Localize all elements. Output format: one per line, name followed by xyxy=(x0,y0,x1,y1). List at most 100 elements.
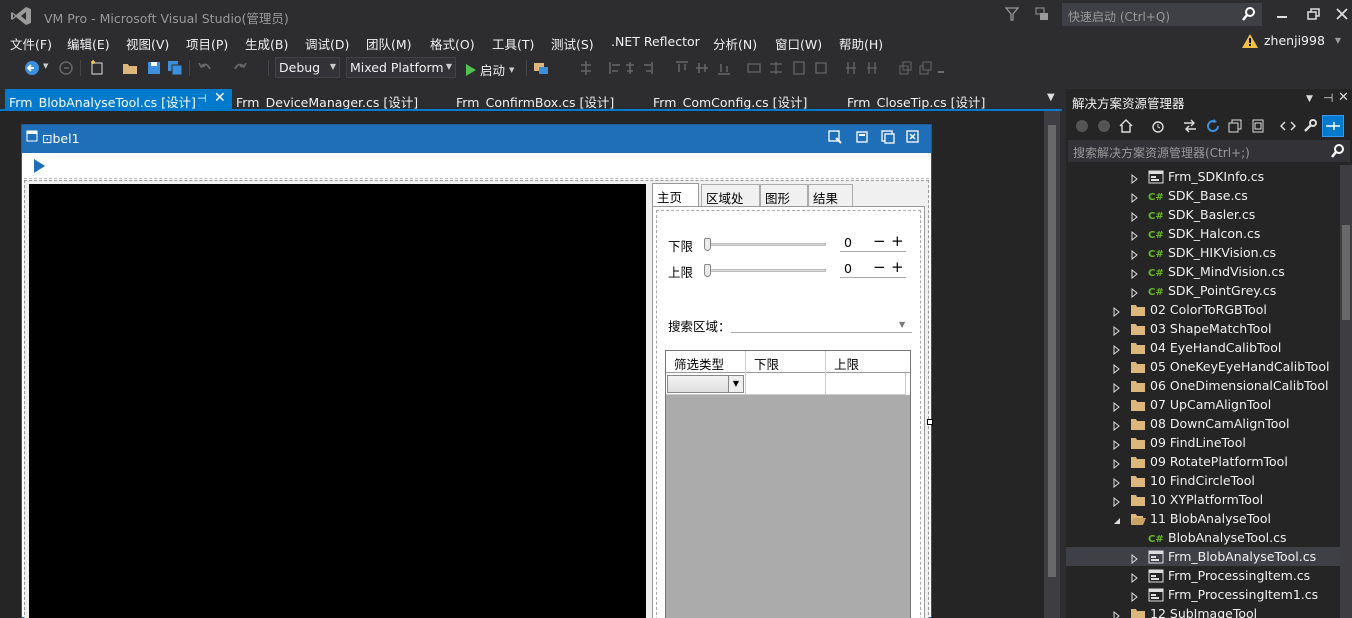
filter-grid[interactable]: 筛选类型 下限 上限 ▼ xyxy=(665,350,911,618)
tree-item[interactable]: 07 UpCamAlignTool xyxy=(1066,395,1340,414)
grid-header-lower[interactable]: 下限 xyxy=(746,351,826,373)
collapsed-arrow-icon[interactable] xyxy=(1130,210,1140,222)
designer-vertical-scrollbar[interactable] xyxy=(1044,111,1060,618)
refresh-icon[interactable] xyxy=(1205,118,1221,134)
size-group-icon[interactable] xyxy=(746,60,830,76)
collapsed-arrow-icon[interactable] xyxy=(1130,286,1140,298)
tree-item[interactable]: Frm_ProcessingItem1.cs xyxy=(1066,585,1340,604)
show-all-files-icon[interactable] xyxy=(1250,118,1266,134)
window-position-dropdown-icon[interactable]: ▼ xyxy=(1306,94,1313,104)
close-tab-icon[interactable]: ✕ xyxy=(214,90,226,106)
tree-item[interactable]: 12 SubImageTool xyxy=(1066,604,1340,618)
menu-view[interactable]: 视图(V) xyxy=(126,34,169,53)
restore-icon[interactable] xyxy=(1305,6,1323,22)
home-icon[interactable] xyxy=(1118,118,1134,134)
grid-header-filter-type[interactable]: 筛选类型 xyxy=(666,351,746,373)
solution-explorer-search[interactable]: 搜索解决方案资源管理器(Ctrl+;) xyxy=(1068,140,1350,162)
menu-window[interactable]: 窗口(W) xyxy=(775,34,822,53)
align-vertical-group-icon[interactable] xyxy=(674,60,736,76)
start-debugging-button[interactable]: 启动 ▼ xyxy=(464,60,514,79)
close-icon[interactable] xyxy=(1333,6,1351,22)
upper-limit-slider[interactable] xyxy=(704,264,826,277)
tree-item[interactable]: C# SDK_PointGrey.cs xyxy=(1066,281,1340,300)
collapsed-arrow-icon[interactable] xyxy=(1112,457,1122,469)
minus-icon[interactable]: − xyxy=(873,232,886,250)
configuration-select[interactable]: Debug ▼ xyxy=(275,57,340,78)
collapsed-arrow-icon[interactable] xyxy=(1112,476,1122,488)
menu-debug[interactable]: 调试(D) xyxy=(305,34,349,53)
menu-file[interactable]: 文件(F) xyxy=(10,34,52,53)
menu-format[interactable]: 格式(O) xyxy=(430,34,475,53)
collapsed-arrow-icon[interactable] xyxy=(1112,609,1122,618)
tab-frm-blobanalysetool[interactable]: Frm_BlobAnalyseTool.cs [设计] ⊣ ✕ xyxy=(5,89,232,111)
menu-build[interactable]: 生成(B) xyxy=(245,34,288,53)
menu-edit[interactable]: 编辑(E) xyxy=(67,34,110,53)
plus-icon[interactable]: + xyxy=(891,232,904,250)
minimize-icon[interactable] xyxy=(1273,6,1291,22)
settings-icon[interactable] xyxy=(827,129,843,145)
pin-icon[interactable]: ⊣ xyxy=(1323,91,1333,105)
collapsed-arrow-icon[interactable] xyxy=(1112,362,1122,374)
tab-overflow-dropdown-icon[interactable]: ▼ xyxy=(1047,92,1055,103)
chevron-down-icon[interactable]: ▼ xyxy=(728,376,743,392)
open-folder-icon[interactable] xyxy=(122,60,138,76)
upper-cell[interactable] xyxy=(826,373,906,395)
tab-graphics[interactable]: 图形 xyxy=(760,184,808,206)
tree-item[interactable]: C# SDK_MindVision.cs xyxy=(1066,262,1340,281)
save-all-icon[interactable] xyxy=(167,60,183,76)
collapsed-arrow-icon[interactable] xyxy=(1112,305,1122,317)
history-icon[interactable] xyxy=(1150,118,1166,134)
slider-thumb[interactable] xyxy=(704,264,711,277)
align-icon[interactable] xyxy=(578,60,594,76)
align-group-icon[interactable] xyxy=(608,60,668,76)
undo-icon[interactable] xyxy=(197,60,213,76)
image-display[interactable] xyxy=(29,184,646,618)
collapsed-arrow-icon[interactable] xyxy=(1112,495,1122,507)
tree-item[interactable]: 05 OneKeyEyeHandCalibTool xyxy=(1066,357,1340,376)
collapsed-arrow-icon[interactable] xyxy=(1130,248,1140,260)
collapsed-arrow-icon[interactable] xyxy=(1130,172,1140,184)
resize-handle[interactable] xyxy=(927,419,933,425)
pin-icon[interactable]: ⊣ xyxy=(197,92,207,105)
solution-tree[interactable]: Frm_SDKInfo.cs C# SDK_Base.cs C# SDK_Basler.… xyxy=(1066,165,1340,618)
back-icon[interactable] xyxy=(24,60,40,76)
collapsed-arrow-icon[interactable] xyxy=(1112,400,1122,412)
tree-item[interactable]: Frm_BlobAnalyseTool.cs xyxy=(1066,547,1340,566)
redo-icon[interactable] xyxy=(232,60,248,76)
collapsed-arrow-icon[interactable] xyxy=(1130,191,1140,203)
scrollbar-thumb[interactable] xyxy=(1342,225,1350,320)
collapsed-arrow-icon[interactable] xyxy=(1130,590,1140,602)
tree-item[interactable]: 09 RotatePlatformTool xyxy=(1066,452,1340,471)
user-account[interactable]: zhenji998 ▼ xyxy=(1242,33,1341,48)
tree-item[interactable]: 03 ShapeMatchTool xyxy=(1066,319,1340,338)
tree-item[interactable]: Frm_SDKInfo.cs xyxy=(1066,167,1340,186)
collapsed-arrow-icon[interactable] xyxy=(1112,343,1122,355)
forward-icon[interactable] xyxy=(58,60,74,76)
properties-wrench-icon[interactable] xyxy=(1302,118,1318,134)
tree-item[interactable]: C# SDK_Halcon.cs xyxy=(1066,224,1340,243)
tab-results[interactable]: 结果 xyxy=(808,184,853,206)
tree-item[interactable]: 08 DownCamAlignTool xyxy=(1066,414,1340,433)
quick-launch-input[interactable]: 快速启动 (Ctrl+Q) xyxy=(1062,3,1262,26)
forward-icon[interactable] xyxy=(1096,118,1112,134)
tab-frm-comconfig[interactable]: Frm_ComConfig.cs [设计] xyxy=(649,89,811,111)
sync-icon[interactable] xyxy=(1182,118,1198,134)
menu-test[interactable]: 测试(S) xyxy=(551,34,594,53)
tab-frm-confirmbox[interactable]: Frm_ConfirmBox.cs [设计] xyxy=(452,89,618,111)
preview-selected-button[interactable] xyxy=(1322,115,1344,137)
solution-explorer-scrollbar[interactable] xyxy=(1340,165,1352,618)
browser-link-icon[interactable] xyxy=(533,60,549,76)
tree-item[interactable]: C# SDK_HIKVision.cs xyxy=(1066,243,1340,262)
tab-frm-devicemanager[interactable]: Frm_DeviceManager.cs [设计] xyxy=(232,89,422,111)
collapsed-arrow-icon[interactable] xyxy=(1112,324,1122,336)
tree-item[interactable]: C# SDK_Base.cs xyxy=(1066,186,1340,205)
collapsed-arrow-icon[interactable] xyxy=(1130,229,1140,241)
tree-item[interactable]: Frm_ProcessingItem.cs xyxy=(1066,566,1340,585)
view-code-icon[interactable] xyxy=(1280,118,1296,134)
collapse-all-icon[interactable] xyxy=(1227,118,1243,134)
order-group-icon[interactable] xyxy=(898,60,948,76)
menu-net-reflector[interactable]: .NET Reflector xyxy=(611,34,700,49)
expanded-arrow-icon[interactable] xyxy=(1112,514,1122,524)
tab-frm-closetip[interactable]: Frm_CloseTip.cs [设计] xyxy=(843,89,989,111)
collapsed-arrow-icon[interactable] xyxy=(1112,438,1122,450)
